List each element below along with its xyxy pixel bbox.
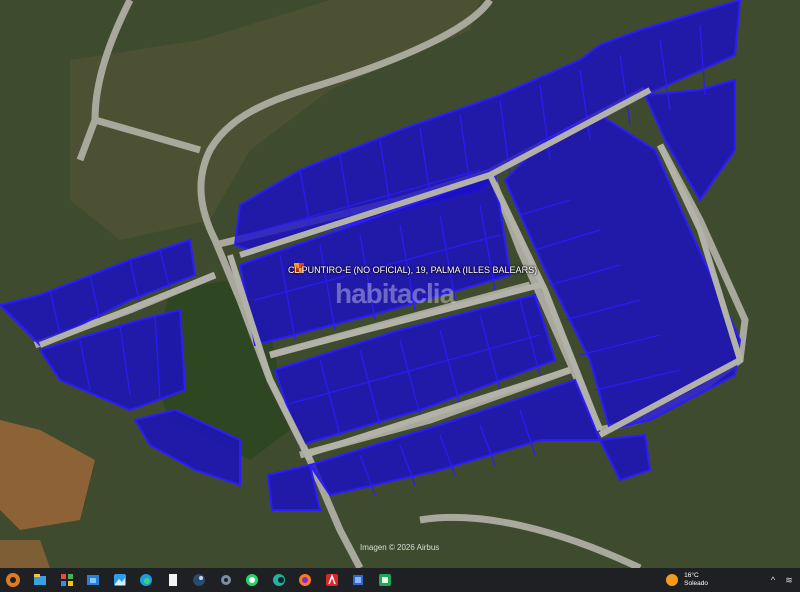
edge-icon[interactable] — [137, 571, 155, 589]
app-icon[interactable] — [349, 571, 367, 589]
sun-icon — [666, 574, 679, 586]
temperature: 16°C — [684, 572, 699, 579]
file-icon[interactable] — [164, 571, 182, 589]
system-tray: 16°C Soleado ^ ≋ — [666, 568, 800, 592]
steam-icon[interactable] — [190, 571, 208, 589]
weather-condition: Soleado — [684, 580, 708, 587]
store-icon[interactable] — [84, 571, 102, 589]
photos-icon[interactable] — [111, 571, 129, 589]
chevron-up-icon[interactable]: ^ — [768, 575, 778, 585]
browser-icon[interactable] — [270, 571, 288, 589]
wifi-icon[interactable]: ≋ — [784, 575, 794, 585]
file-manager-icon[interactable] — [31, 571, 49, 589]
acrobat-icon[interactable] — [323, 571, 341, 589]
windows-icon[interactable] — [58, 571, 76, 589]
firefox-icon[interactable] — [296, 571, 314, 589]
parcel-address-label: CL PUNTIRO-E (NO OFICIAL), 19, PALMA (IL… — [288, 265, 538, 275]
weather-widget[interactable]: 16°C Soleado — [666, 572, 708, 588]
watermark: habitaclia — [335, 278, 455, 309]
imagery-attribution: Imagen © 2026 Airbus — [360, 543, 440, 552]
start-icon[interactable] — [5, 572, 21, 588]
settings-icon[interactable] — [217, 571, 235, 589]
satellite-map[interactable]: CL PUNTIRO-E (NO OFICIAL), 19, PALMA (IL… — [0, 0, 800, 568]
whatsapp-icon[interactable] — [243, 571, 261, 589]
sheet-icon[interactable] — [376, 571, 394, 589]
taskbar: 16°C Soleado ^ ≋ — [0, 568, 800, 592]
